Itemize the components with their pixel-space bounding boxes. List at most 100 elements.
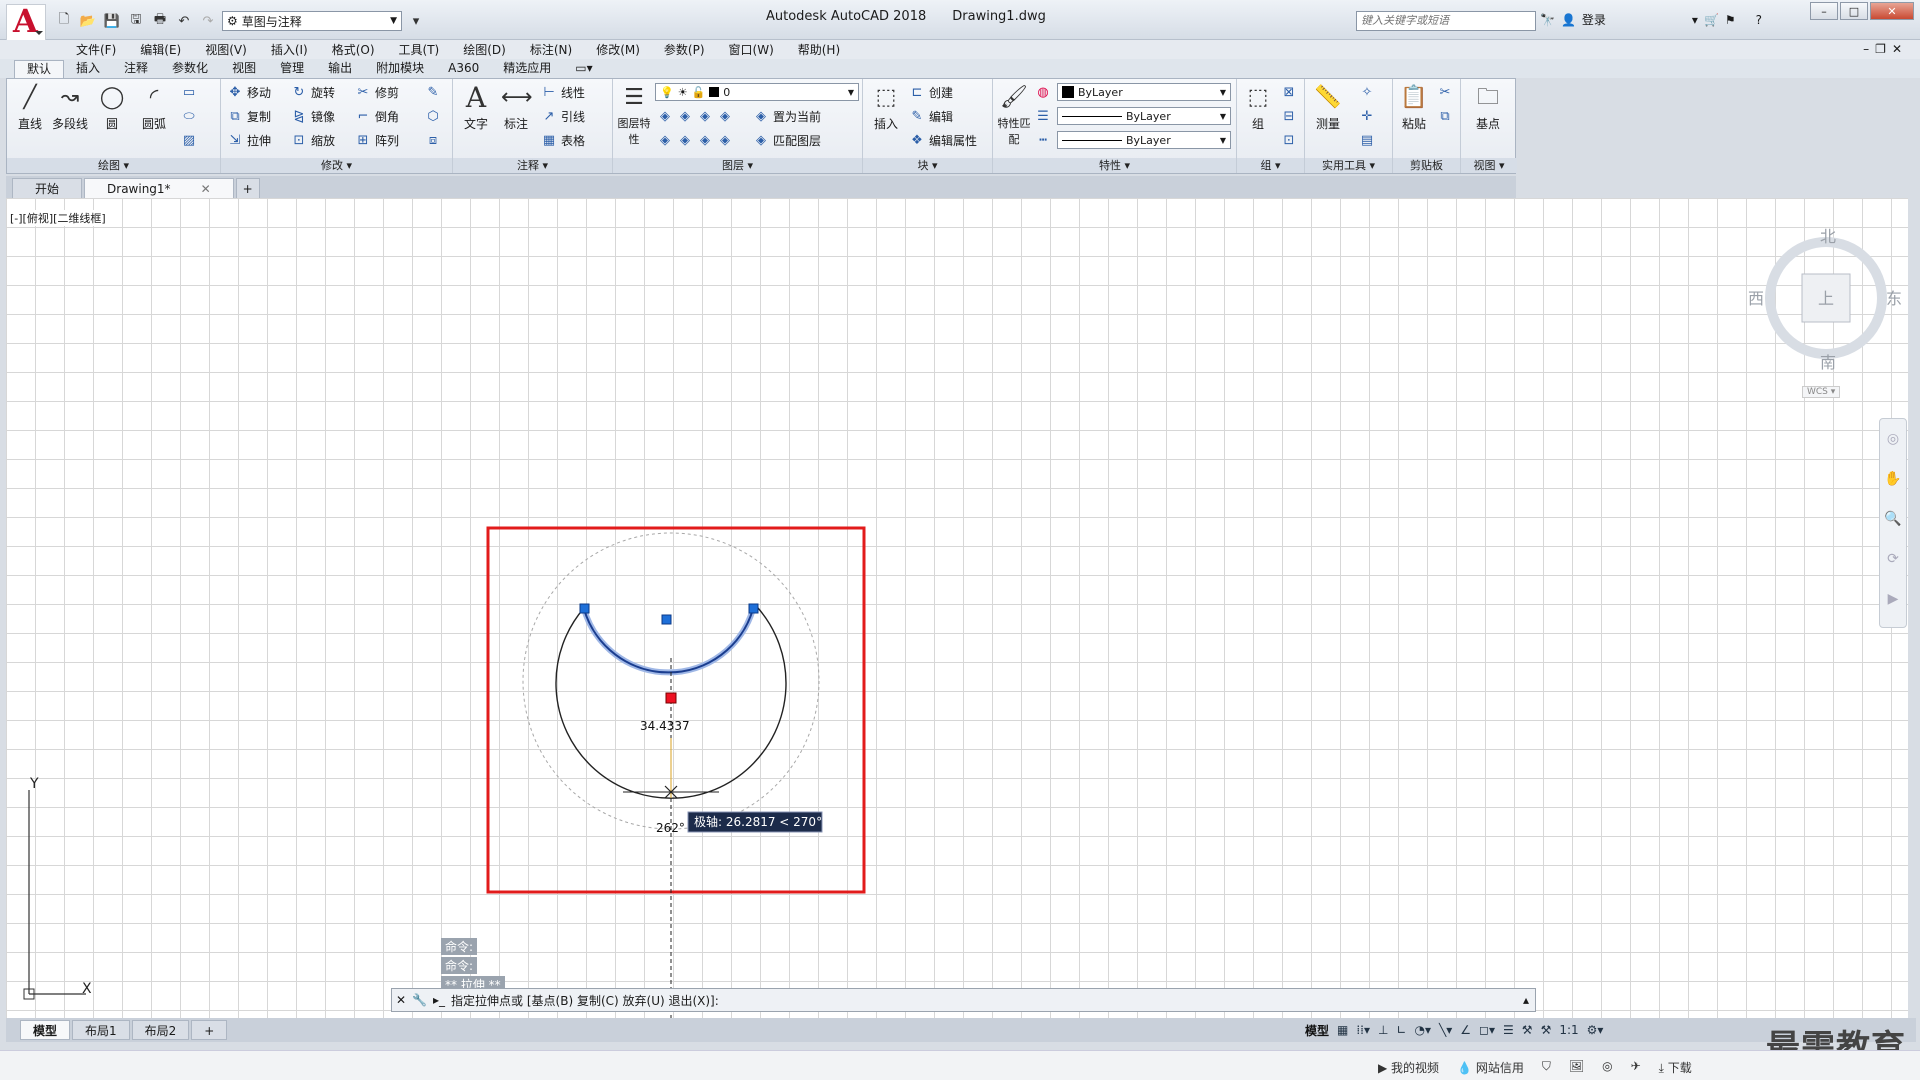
layer-freeze-icon[interactable]: ◈ [697,108,713,124]
cart-icon[interactable]: 🛒 [1704,13,1719,27]
tools-icon[interactable]: ✈ [1631,1059,1641,1076]
cut-icon[interactable]: ✂ [1437,83,1453,101]
quick-select-icon[interactable]: ✧ [1359,83,1375,101]
menu-parametric[interactable]: 参数(P) [652,41,717,58]
search-input[interactable] [1356,11,1536,31]
arc-end-grip[interactable] [748,603,759,614]
menu-draw[interactable]: 绘图(D) [451,41,518,58]
steering-wheel-icon[interactable]: ◎ [1880,419,1906,459]
annotation-visibility-icon[interactable]: ⚒ [1522,1023,1533,1037]
menu-dimension[interactable]: 标注(N) [518,41,584,58]
my-videos-item[interactable]: ▶ 我的视频 [1378,1059,1439,1076]
base-view-button[interactable]: 🗀 基点 [1469,83,1507,132]
color-dropdown[interactable]: ByLayer ▼ [1057,83,1231,101]
close-button[interactable]: ✕ [1870,2,1914,20]
menu-file[interactable]: 文件(F) [64,41,128,58]
edit-attributes-button[interactable]: ❖ 编辑属性 [909,131,977,149]
showmotion-icon[interactable]: ▶ [1880,579,1906,619]
fillet-button[interactable]: ⌐ 倒角 [355,107,399,125]
dimension-button[interactable]: ⟷ 标注 [497,83,535,132]
close-icon[interactable]: ✕ [396,993,406,1007]
erase-button[interactable]: ✎ [425,83,441,101]
panel-groups-title[interactable]: 组 ▾ [1237,158,1304,173]
isodraft-icon[interactable]: ╲▾ [1439,1023,1452,1037]
measure-button[interactable]: 📏 测量 [1309,83,1347,132]
doc-close-icon[interactable]: ✕ [1892,42,1902,56]
menu-insert[interactable]: 插入(I) [259,41,320,58]
pan-icon[interactable]: ✋ [1880,459,1906,499]
viewcube[interactable]: 北 南 东 西 上 WCS ▾ [1746,218,1906,398]
panel-utilities-title[interactable]: 实用工具 ▾ [1305,158,1392,173]
layer-unisolate-icon[interactable]: ◈ [677,132,693,148]
tab-parametric[interactable]: 参数化 [160,60,220,78]
tab-annotate[interactable]: 注释 [112,60,160,78]
panel-annotation-title[interactable]: 注释 ▾ [453,158,612,173]
layer-off-icon[interactable]: ◈ [657,108,673,124]
redo-icon[interactable]: ↷ [198,11,218,31]
user-icon[interactable]: 👤 [1561,13,1576,27]
wrench-icon[interactable]: 🔧 [412,993,427,1007]
menu-format[interactable]: 格式(O) [320,41,387,58]
insert-block-button[interactable]: ⬚ 插入 [867,83,905,132]
save-as-icon[interactable]: 🖫 [126,11,146,31]
circle-button[interactable]: ◯ 圆 [93,83,131,132]
move-button[interactable]: ✥ 移动 [227,83,271,101]
viewport-controls[interactable]: [-][俯视][二维线框] [10,210,106,226]
stretch-button[interactable]: ⇲ 拉伸 [227,131,271,149]
layer-on-icon[interactable]: ◈ [657,132,673,148]
linear-button[interactable]: ⊢ 线性 [541,83,585,101]
panel-draw-title[interactable]: 绘图 ▾ [7,158,220,173]
tab-featured-apps[interactable]: 精选应用 [491,60,563,78]
lineweight-dropdown[interactable]: ByLayer ▼ [1057,131,1231,149]
wcs-menu[interactable]: WCS ▾ [1802,386,1841,398]
command-line[interactable]: ✕ 🔧 ▸_ 指定拉伸点或 [基点(B) 复制(C) 放弃(U) 退出(X)]:… [391,988,1536,1012]
layer-thaw-icon[interactable]: ◈ [697,132,713,148]
group-button[interactable]: ⬚ 组 [1239,83,1277,132]
help-icon[interactable]: ? [1756,13,1762,27]
save-icon[interactable]: 💾 [102,11,122,31]
group-edit-icon[interactable]: ⊟ [1281,107,1297,125]
compass-west[interactable]: 西 [1748,289,1764,308]
new-tab-button[interactable]: + [235,178,260,198]
shield-icon[interactable]: ⛉ [1542,1059,1551,1076]
application-menu-button[interactable]: A [6,2,46,44]
explode-button[interactable]: ⬡ [425,107,441,125]
customize-qat-icon[interactable]: ▾ [406,11,426,31]
tab-view[interactable]: 视图 [220,60,268,78]
exchange-icon[interactable]: ⚑ [1725,13,1736,27]
tab-insert[interactable]: 插入 [64,60,112,78]
layout-tab-model[interactable]: 模型 [20,1020,71,1040]
layer-properties-button[interactable]: ☰ 图层特性 [615,83,653,147]
compass-south[interactable]: 南 [1820,353,1836,372]
tab-addins[interactable]: 附加模块 [364,60,436,78]
arc-start-grip[interactable] [579,603,590,614]
layout-tab-layout1[interactable]: 布局1 [72,1020,130,1040]
chevron-up-icon[interactable]: ▴ [1523,993,1529,1007]
object-snap-tracking-icon[interactable]: ∠ [1460,1023,1471,1037]
make-current-button[interactable]: ◈ 置为当前 [753,107,821,125]
zoom-icon[interactable]: 🔍 [1880,499,1906,539]
trim-button[interactable]: ✂ 修剪 [355,83,399,101]
leader-button[interactable]: ↗ 引线 [541,107,585,125]
doc-tab-drawing1[interactable]: Drawing1* ✕ [84,178,234,198]
layout-tab-layout2[interactable]: 布局2 [131,1020,190,1040]
doc-minimize-icon[interactable]: – [1863,42,1869,56]
mirror-button[interactable]: ⧎ 镜像 [291,107,335,125]
browser-icon[interactable]: ◎ [1602,1059,1612,1076]
maximize-button[interactable]: □ [1840,2,1868,20]
chevron-down-icon[interactable]: ▾ [1692,13,1698,27]
array-button[interactable]: ⊞ 阵列 [355,131,399,149]
lineweight-icon[interactable]: ☰ [1035,107,1051,125]
layer-dropdown[interactable]: 💡 ☀ 🔓 0 ▼ [655,83,859,101]
new-layout-button[interactable]: + [191,1020,228,1040]
hatch-button[interactable]: ▨ [181,131,197,149]
line-button[interactable]: ╱ 直线 [11,83,49,132]
object-snap-icon[interactable]: ◻▾ [1479,1023,1495,1037]
arc-midpoint-grip-hot[interactable] [665,692,677,704]
doc-tab-start[interactable]: 开始 [12,178,83,198]
arc-center-grip[interactable] [661,614,672,625]
match-properties-button[interactable]: 🖌 特性匹配 [995,83,1033,147]
undo-icon[interactable]: ↶ [174,11,194,31]
menu-help[interactable]: 帮助(H) [786,41,852,58]
close-icon[interactable]: ✕ [201,182,211,196]
